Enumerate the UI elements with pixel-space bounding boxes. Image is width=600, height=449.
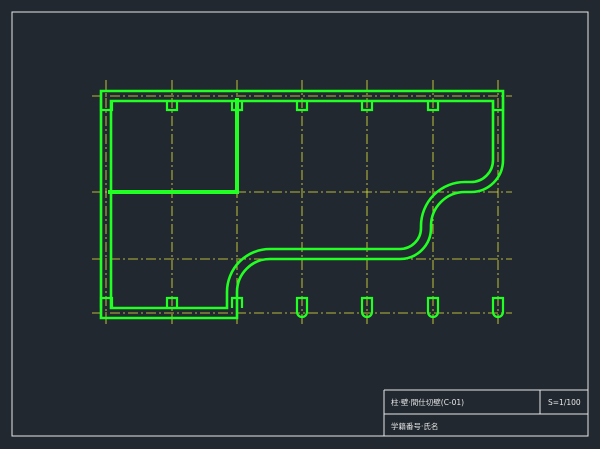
drawing-title: 柱·壁·間仕切壁(C-01) (391, 397, 464, 407)
partition-wall (108, 98, 239, 194)
columns-freestanding (295, 296, 505, 319)
cad-drawing: 柱·壁·間仕切壁(C-01) S=1/100 学籍番号·氏名 (11, 11, 589, 437)
student-info-label: 学籍番号·氏名 (391, 421, 438, 431)
columns-bottom-attached (99, 296, 244, 308)
grid-lines (92, 80, 512, 326)
scale-label: S=1/100 (548, 398, 581, 407)
drawing-frame (11, 11, 589, 437)
outer-wall-inner-line (109, 99, 495, 310)
